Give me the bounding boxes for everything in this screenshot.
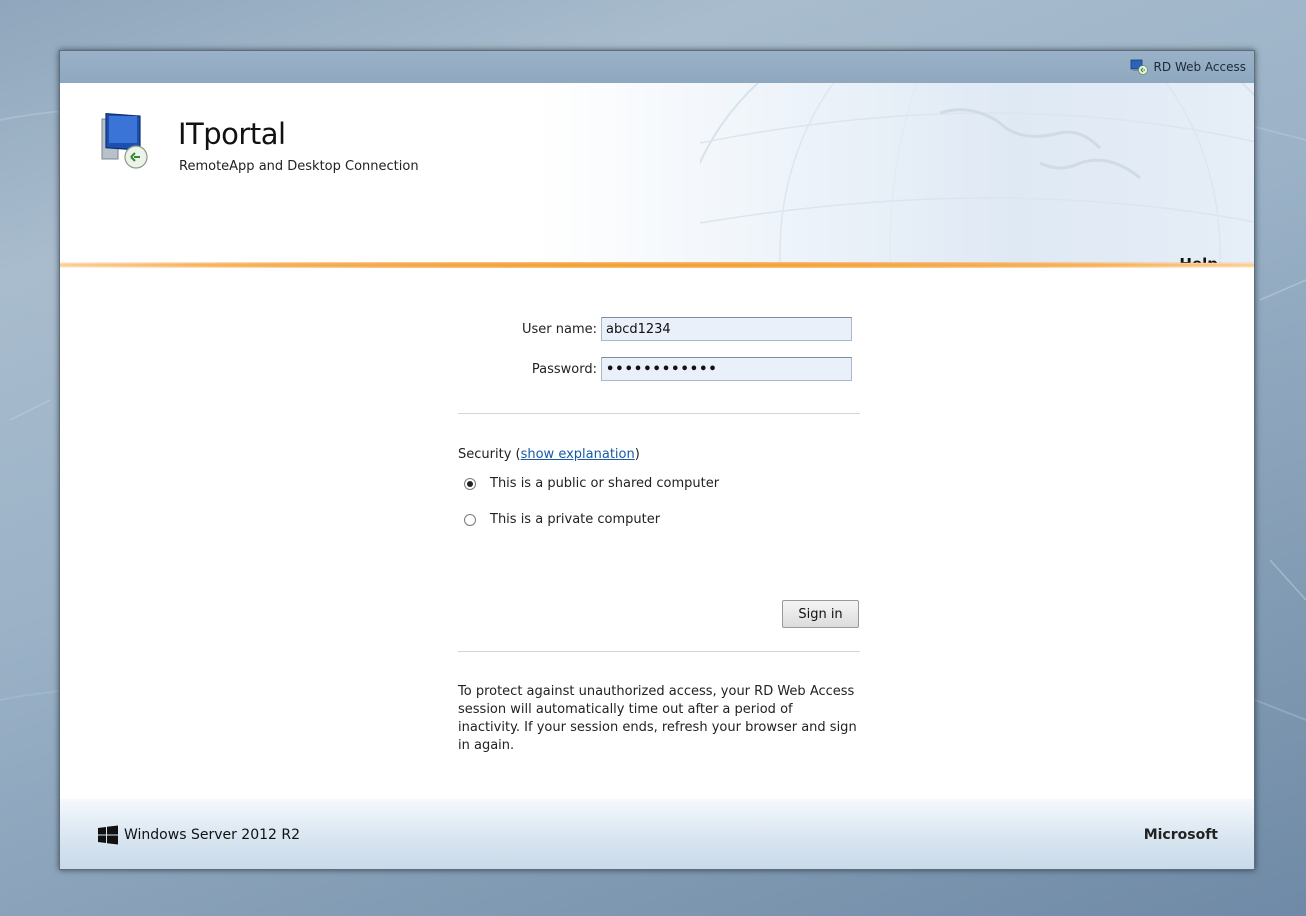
radio-public[interactable] — [464, 477, 476, 490]
rd-web-access-window: RD Web Access ITportal RemoteApp and Des… — [59, 50, 1255, 870]
password-input[interactable] — [601, 357, 852, 381]
radio-private[interactable] — [464, 513, 476, 526]
password-row: Password: — [458, 357, 852, 381]
security-label: Security (show explanation) — [458, 447, 640, 462]
radio-public-row[interactable]: This is a public or shared computer — [464, 476, 719, 491]
orange-divider — [60, 262, 1254, 268]
rd-web-access-link[interactable]: RD Web Access — [1130, 59, 1246, 75]
footer: Windows Server 2012 R2 Microsoft — [60, 799, 1254, 869]
username-row: User name: — [458, 317, 852, 341]
page-subtitle: RemoteApp and Desktop Connection — [179, 159, 419, 174]
radio-private-row[interactable]: This is a private computer — [464, 512, 660, 527]
microsoft-logo: Microsoft — [1143, 827, 1218, 843]
security-suffix: ) — [634, 447, 640, 462]
sign-in-button[interactable]: Sign in — [782, 600, 859, 628]
rd-web-access-icon — [1130, 59, 1148, 75]
remote-desktop-icon — [96, 111, 150, 171]
rd-web-access-label: RD Web Access — [1153, 60, 1246, 74]
separator-bottom — [458, 651, 860, 652]
username-label: User name: — [521, 321, 597, 337]
page-title: ITportal — [178, 117, 286, 151]
password-label: Password: — [531, 361, 597, 377]
separator-top — [458, 413, 860, 414]
timeout-notice: To protect against unauthorized access, … — [458, 684, 857, 753]
radio-private-label: This is a private computer — [490, 512, 661, 527]
username-input[interactable] — [601, 317, 852, 341]
security-prefix: Security ( — [458, 447, 521, 462]
radio-public-label: This is a public or shared computer — [490, 476, 720, 491]
windows-server-brand: Windows Server 2012 R2 — [98, 825, 300, 845]
header: ITportal RemoteApp and Desktop Connectio… — [60, 83, 1254, 263]
windows-logo-icon — [98, 825, 118, 845]
show-explanation-link[interactable]: show explanation — [521, 447, 635, 462]
windows-server-label: Windows Server 2012 R2 — [124, 827, 301, 843]
globe-graphic — [700, 83, 1254, 263]
top-bar: RD Web Access — [60, 51, 1254, 84]
